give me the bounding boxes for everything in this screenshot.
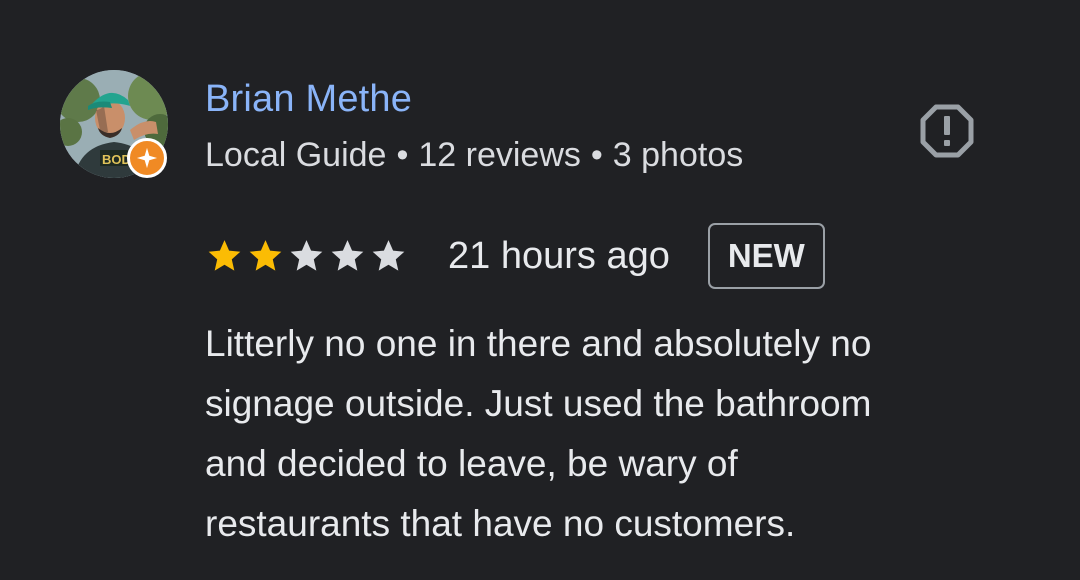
- review-count: 12 reviews: [418, 136, 581, 174]
- reviewer-meta: Local Guide • 12 reviews • 3 photos: [205, 136, 743, 175]
- reviewer-avatar-wrap[interactable]: BOD: [60, 70, 170, 180]
- star-empty-icon: [290, 240, 323, 271]
- star-empty-icon: [372, 240, 405, 271]
- report-icon: [920, 104, 974, 158]
- review-time: 21 hours ago: [448, 234, 670, 277]
- review-text: Litterly no one in there and absolutely …: [205, 323, 872, 544]
- star-empty-icon: [331, 240, 364, 271]
- meta-separator: •: [590, 136, 603, 174]
- photo-count: 3 photos: [612, 136, 744, 174]
- reviewer-name[interactable]: Brian Methe: [205, 78, 412, 121]
- local-guide-star-icon: [127, 138, 167, 178]
- report-button[interactable]: [918, 102, 976, 160]
- star-filled-icon: [249, 240, 282, 271]
- rating-row: 21 hours ago NEW: [205, 222, 825, 290]
- star-rating: [205, 237, 408, 275]
- meta-separator: •: [396, 136, 409, 174]
- star-filled-icon: [208, 240, 241, 271]
- new-badge: NEW: [707, 223, 825, 289]
- review-card: BOD Brian Methe Local Guide • 12 reviews • 3…: [0, 0, 1080, 580]
- local-guide-label: Local Guide: [205, 136, 387, 174]
